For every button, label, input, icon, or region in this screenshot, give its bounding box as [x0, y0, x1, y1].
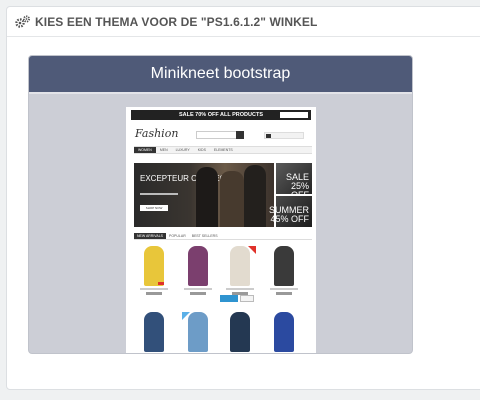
preview-hero-button: SHOP NOW	[140, 205, 168, 211]
preview-sale-badge	[158, 282, 164, 285]
preview-nav-item: ELEMENTS	[213, 148, 233, 152]
preview-promo-block-1: SALE 25% OFF	[276, 163, 312, 200]
preview-product-name	[140, 288, 168, 290]
preview-product	[224, 312, 256, 353]
preview-product-image	[188, 312, 208, 352]
preview-close-icon	[280, 112, 308, 118]
preview-product-image	[230, 312, 250, 352]
preview-product-image	[274, 312, 294, 352]
preview-product-image	[144, 246, 164, 286]
preview-product-name	[184, 288, 212, 290]
preview-product-image	[144, 312, 164, 352]
preview-logo-text: Fashion	[135, 127, 179, 140]
preview-nav-item: WOMEN	[134, 147, 156, 153]
preview-model-3	[244, 165, 266, 227]
preview-product	[182, 312, 214, 353]
preview-product	[268, 312, 300, 353]
preview-promo-bar: SALE 70% OFF ALL PRODUCTS	[131, 110, 311, 120]
preview-model-2	[220, 171, 244, 227]
theme-card[interactable]: Minikneet bootstrap SALE 70% OFF ALL PRO…	[28, 55, 413, 354]
preview-product-actions	[220, 295, 256, 305]
preview-product-image	[274, 246, 294, 286]
preview-promo-2-text: SUMMER 45% OFF	[269, 205, 309, 224]
preview-tab: NEW ARRIVALS	[134, 233, 166, 239]
theme-preview-thumbnail[interactable]: SALE 70% OFF ALL PRODUCTS Fashion WOMEN …	[126, 107, 316, 353]
preview-hero-banner: EXCEPTEUR OCCAECAT SHOP NOW	[134, 163, 274, 227]
preview-add-to-cart	[220, 295, 238, 302]
preview-product	[138, 246, 170, 298]
preview-tab: POPULAR	[169, 234, 186, 238]
preview-product	[138, 312, 170, 353]
preview-product-price	[146, 292, 162, 295]
preview-product	[268, 246, 300, 298]
theme-panel: KIES EEN THEMA VOOR DE "PS1.6.1.2" WINKE…	[6, 6, 480, 390]
preview-product	[182, 246, 214, 298]
preview-more	[240, 295, 254, 302]
preview-tab: BEST SELLERS	[191, 234, 218, 238]
preview-cart	[264, 132, 304, 139]
preview-product-name	[270, 288, 298, 290]
preview-nav-item: MEN	[159, 148, 168, 152]
preview-search-input	[196, 131, 244, 139]
preview-product-image	[188, 246, 208, 286]
preview-nav-item: LUXURY	[175, 148, 190, 152]
preview-product	[224, 246, 256, 298]
preview-nav: WOMEN MEN LUXURY KIDS ELEMENTS	[134, 146, 312, 154]
preview-product-price	[190, 292, 206, 295]
preview-search-icon	[236, 131, 244, 139]
preview-promo-block-2: SUMMER 45% OFF	[269, 196, 312, 227]
preview-logo: Fashion	[135, 127, 178, 140]
preview-promo-text: SALE 70% OFF ALL PRODUCTS	[178, 112, 264, 118]
panel-header: KIES EEN THEMA VOOR DE "PS1.6.1.2" WINKE…	[7, 7, 480, 37]
panel-title: KIES EEN THEMA VOOR DE "PS1.6.1.2" WINKE…	[35, 14, 318, 29]
preview-model-1	[196, 167, 218, 227]
theme-name: Minikneet bootstrap	[29, 56, 412, 94]
preview-product-image	[230, 246, 250, 286]
preview-cart-icon	[266, 134, 271, 138]
preview-product-price	[276, 292, 292, 295]
preview-product-tabs: NEW ARRIVALS POPULAR BEST SELLERS	[134, 233, 312, 240]
preview-hero-subtitle	[140, 193, 178, 195]
preview-nav-item: KIDS	[197, 148, 206, 152]
preview-product-name	[226, 288, 254, 290]
cogs-icon	[15, 15, 31, 29]
